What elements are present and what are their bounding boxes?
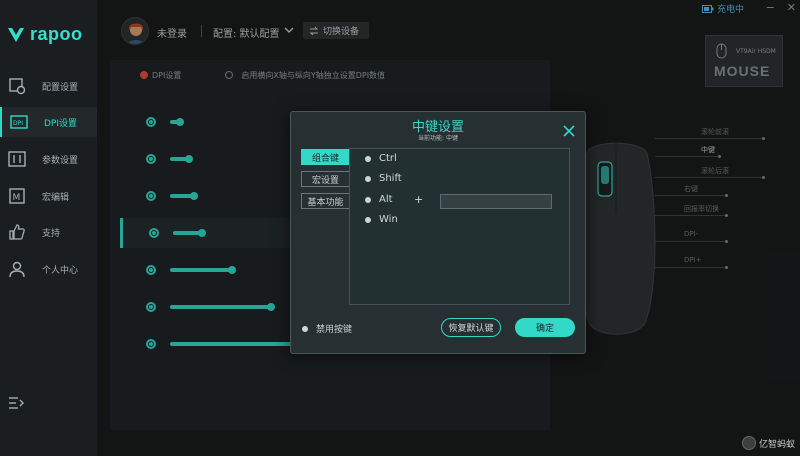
svg-text:DPI: DPI (13, 120, 23, 127)
sidebar-item-params[interactable]: 参数设置 (0, 144, 97, 174)
params-icon (8, 151, 26, 167)
middle-key-dialog: 中键设置 当前功能: 中键 组合键 宏设置 基本功能 Ctrl Shift Al… (290, 111, 586, 354)
brand-name: rapoo (30, 24, 83, 44)
plus-sign: + (414, 193, 424, 206)
sidebar-item-label: 宏编辑 (42, 192, 70, 203)
modifier-label: Win (379, 214, 398, 225)
tab-combo-key[interactable]: 组合键 (301, 149, 350, 165)
sidebar-item-label: 个人中心 (42, 265, 79, 276)
sidebar-item-macro[interactable]: M 宏编辑 (0, 181, 97, 211)
tab-basic-function[interactable]: 基本功能 (301, 193, 350, 209)
modifier-alt[interactable]: Alt (365, 194, 393, 205)
config-icon (9, 78, 26, 95)
dialog-subtitle: 当前功能: 中键 (418, 135, 458, 142)
disable-key-option[interactable]: 禁用按键 (302, 322, 352, 335)
watermark: 亿智蚂蚁 (742, 436, 795, 450)
thumbs-up-icon (9, 224, 25, 240)
watermark-logo-icon (742, 436, 756, 450)
sidebar-item-dpi[interactable]: DPI DPI设置 (0, 107, 97, 137)
disable-key-label: 禁用按键 (316, 325, 353, 335)
user-icon (9, 261, 25, 278)
sidebar-item-label: 支持 (42, 228, 61, 239)
restore-default-button[interactable]: 恢复默认键 (441, 318, 501, 337)
collapse-menu-icon[interactable] (8, 396, 24, 410)
sidebar-item-label: DPI设置 (44, 118, 78, 129)
modifier-win[interactable]: Win (365, 214, 398, 225)
modifier-radio (365, 175, 371, 182)
modifier-radio (365, 216, 371, 223)
modifier-label: Ctrl (379, 153, 397, 164)
combo-key-panel: Ctrl Shift Alt Win + (349, 148, 570, 305)
modifier-shift[interactable]: Shift (365, 173, 402, 184)
confirm-button[interactable]: 确定 (515, 318, 575, 337)
brand-logo: rapoo (6, 24, 83, 45)
sidebar: rapoo 配置设置 DPI DPI设置 参数设置 M 宏编辑 支持 个人中心 (0, 0, 97, 456)
close-icon[interactable] (562, 124, 576, 138)
sidebar-item-label: 参数设置 (42, 155, 79, 166)
modifier-radio (365, 196, 371, 203)
key-input[interactable] (440, 194, 552, 209)
sidebar-item-profile[interactable]: 个人中心 (0, 254, 97, 284)
sidebar-item-label: 配置设置 (42, 82, 79, 93)
dpi-icon: DPI (10, 115, 28, 129)
sidebar-item-config[interactable]: 配置设置 (0, 71, 97, 101)
svg-text:M: M (13, 193, 21, 203)
disable-key-radio (302, 325, 308, 332)
modifier-ctrl[interactable]: Ctrl (365, 153, 397, 164)
sidebar-item-support[interactable]: 支持 (0, 217, 97, 247)
watermark-text: 亿智蚂蚁 (759, 439, 796, 450)
modifier-radio (365, 155, 371, 162)
modifier-label: Alt (379, 194, 393, 205)
tab-macro[interactable]: 宏设置 (301, 171, 350, 187)
modifier-label: Shift (379, 173, 402, 184)
rapoo-logo-icon (8, 27, 24, 42)
macro-icon: M (9, 188, 25, 204)
